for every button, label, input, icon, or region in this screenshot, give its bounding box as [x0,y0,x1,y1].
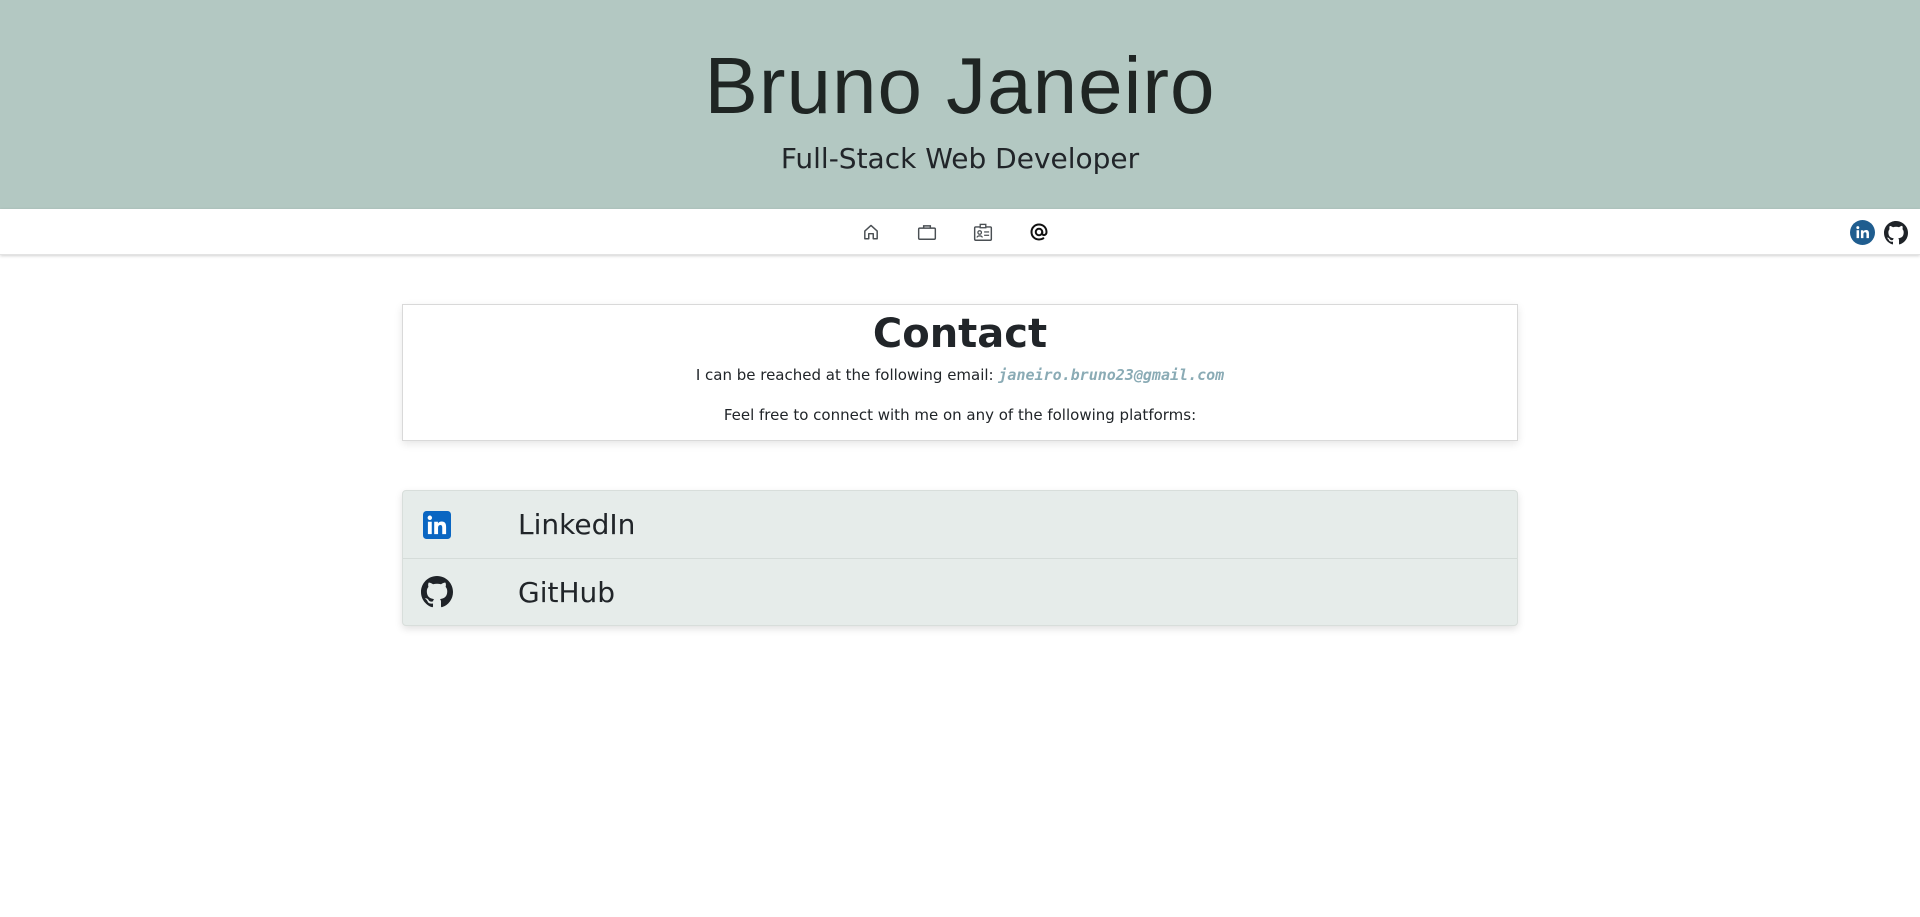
linkedin-icon [1850,220,1875,245]
nav-home-link[interactable] [860,220,882,244]
linkedin-icon [423,510,451,539]
platforms-intro-text: Feel free to connect with me on any of t… [723,406,1197,424]
navbar [0,209,1920,255]
id-card-icon [973,223,993,241]
nav-icon-group [860,220,1050,244]
platform-linkedin-icon-wrap [421,509,453,541]
site-owner-name: Bruno Janeiro [704,41,1216,130]
email-link[interactable]: janeiro.bruno23@gmail.com [998,366,1224,384]
nav-about-link[interactable] [972,220,994,244]
home-icon [864,224,878,240]
email-intro-text: I can be reached at the following email: [695,366,999,384]
nav-contact-link[interactable] [1028,220,1050,244]
briefcase-icon [917,225,937,240]
contact-heading: Contact [872,311,1048,357]
contact-card: Contact I can be reached at the followin… [402,304,1518,441]
site-header: Bruno Janeiro Full-Stack Web Developer [0,0,1920,209]
header-github-link[interactable] [1883,220,1908,245]
github-icon [421,576,453,608]
platform-github-item[interactable]: GitHub [403,558,1517,625]
site-owner-role: Full-Stack Web Developer [780,142,1140,175]
nav-portfolio-link[interactable] [916,220,938,244]
platform-linkedin-item[interactable]: LinkedIn [403,491,1517,558]
platform-linkedin-label: LinkedIn [518,508,636,541]
github-icon [1883,220,1908,244]
main-content: Contact I can be reached at the followin… [402,304,1518,626]
platform-list: LinkedIn GitHub [402,490,1518,626]
at-sign-icon [1030,223,1048,241]
platform-github-label: GitHub [518,575,616,609]
header-social-links [1850,220,1908,245]
email-paragraph: I can be reached at the following email:… [403,365,1517,385]
platform-github-icon-wrap [421,576,453,608]
header-linkedin-link[interactable] [1850,220,1875,245]
